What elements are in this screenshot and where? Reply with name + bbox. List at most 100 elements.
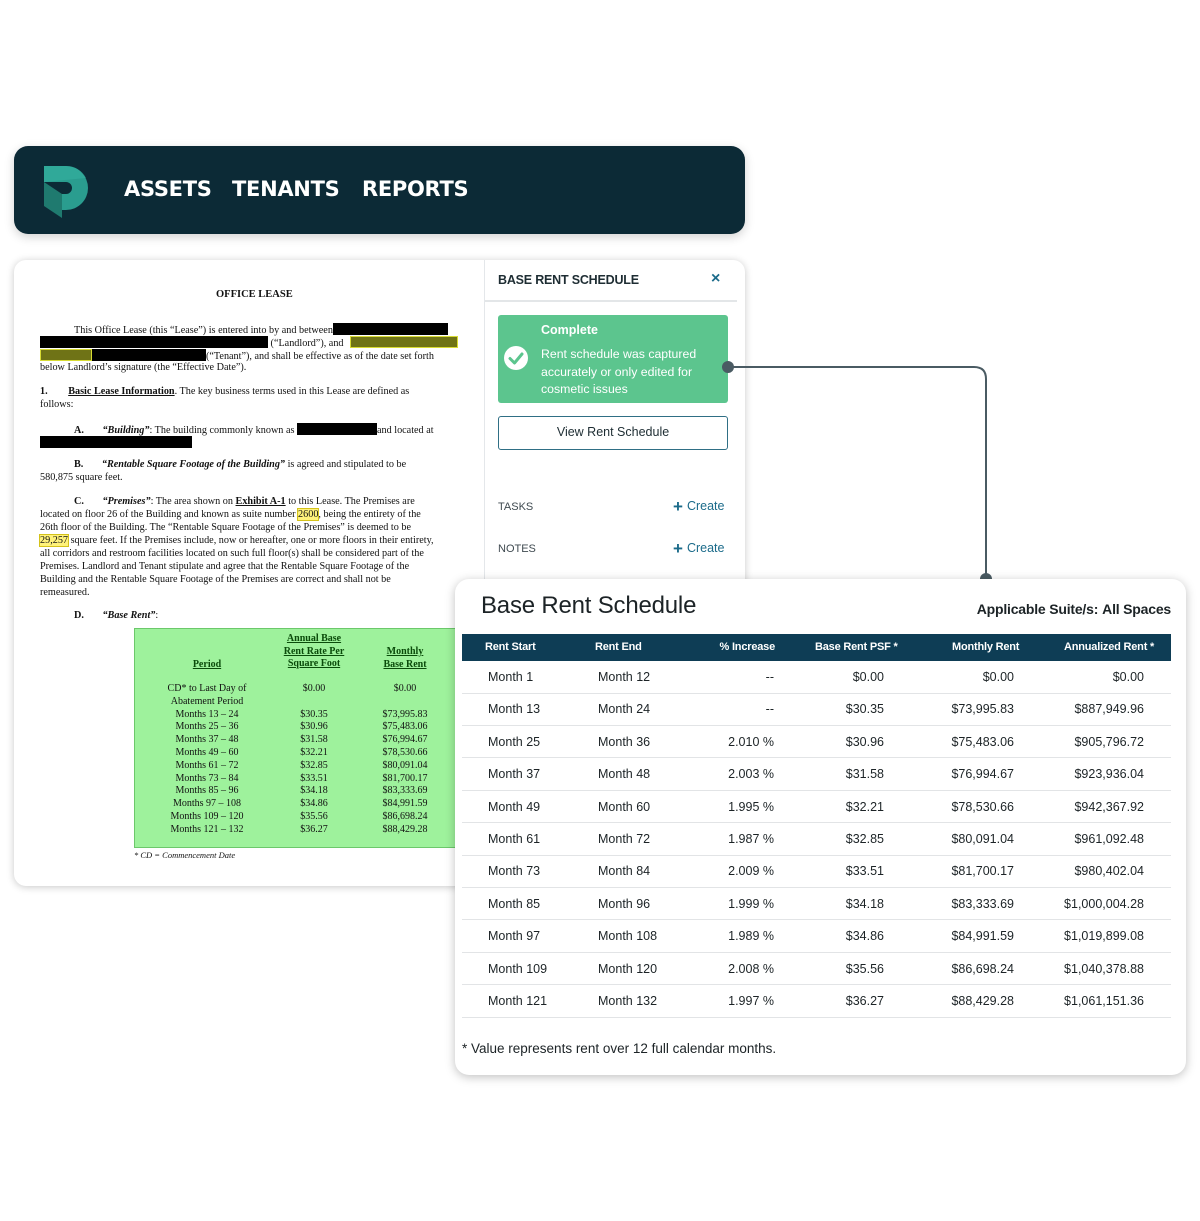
header-line: Rent Rate Per bbox=[283, 645, 345, 657]
rent-table-cell: Months 13 – 24 bbox=[175, 708, 239, 720]
table-cell: $32.21 bbox=[845, 799, 884, 814]
exhibit-reference: Exhibit A-1 bbox=[235, 496, 286, 507]
table-cell: $88,429.28 bbox=[951, 994, 1014, 1008]
rent-table-header-monthly: Monthly Base Rent bbox=[365, 646, 445, 671]
plus-icon: + bbox=[673, 539, 683, 558]
rent-table-cell: $34.18 bbox=[300, 785, 328, 797]
create-task-button[interactable]: + Create bbox=[673, 497, 724, 517]
table-cell: $0.00 bbox=[852, 670, 884, 684]
table-cell: $36.27 bbox=[845, 994, 884, 1008]
table-row: Month 37 Month 48 2.003 % $31.58 $76,994.67 $… bbox=[462, 758, 1171, 791]
table-cell: 2.010 % bbox=[728, 734, 774, 749]
rent-table-cell: Months 25 – 36 bbox=[175, 721, 239, 733]
table-row: Month 13 Month 24 -- $30.35 $73,995.83 $887,9… bbox=[462, 693, 1171, 726]
rent-table-cell: $76,994.67 bbox=[382, 734, 428, 746]
table-cell: $961,092.48 bbox=[1074, 832, 1144, 846]
commencement-footnote: * CD = Commencement Date bbox=[134, 850, 236, 860]
rent-table-cell bbox=[367, 696, 443, 709]
create-label: Create bbox=[686, 499, 725, 513]
clause-b: B. “Rentable Square Footage of the Build… bbox=[40, 459, 470, 472]
table-cell: $31.58 bbox=[845, 767, 884, 782]
table-cell: Month 121 bbox=[488, 994, 548, 1008]
table-cell: $80,091.04 bbox=[951, 832, 1014, 846]
highlighted-redaction bbox=[350, 336, 459, 348]
rent-table-cell: $0.00 bbox=[393, 683, 417, 694]
rent-table-cell: $33.51 bbox=[300, 772, 328, 784]
rent-table-cell: Abatement Period bbox=[170, 695, 244, 707]
table-cell: Month 49 bbox=[488, 799, 541, 814]
table-cell: $76,994.67 bbox=[951, 767, 1014, 782]
nav-tenants[interactable]: TENANTS bbox=[232, 177, 340, 201]
rent-table-cell: CD* to Last Day of bbox=[167, 683, 247, 694]
table-cell: $84,991.59 bbox=[951, 929, 1014, 944]
rent-table-cell: $88,429.28 bbox=[382, 823, 428, 835]
rent-table-cell: Months 49 – 60 bbox=[175, 746, 239, 758]
base-rent-schedule-card: Base Rent Schedule Applicable Suite/s: Al… bbox=[455, 579, 1186, 1075]
table-row: Month 25 Month 36 2.010 % $30.96 $75,483.06 $… bbox=[462, 726, 1171, 759]
rent-table-cell: $32.85 bbox=[300, 759, 328, 771]
square-footage-highlight: 29,257 bbox=[38, 534, 70, 547]
table-cell: 1.989 % bbox=[728, 929, 774, 944]
table-cell: $86,698.24 bbox=[951, 961, 1014, 976]
table-cell: Month 37 bbox=[488, 767, 541, 782]
table-row: Month 61 Month 72 1.987 % $32.85 $80,091.04 $… bbox=[462, 823, 1171, 856]
view-rent-schedule-button[interactable]: View Rent Schedule bbox=[498, 416, 728, 450]
notes-label: NOTES bbox=[498, 543, 536, 555]
rent-table-cell: $0.00 bbox=[302, 683, 326, 694]
rent-table-cell: $80,091.04 bbox=[382, 759, 428, 771]
clause-c-line-7: Building and the Rentable Square Footage… bbox=[40, 574, 391, 585]
rent-table-header-period: Period bbox=[192, 659, 222, 670]
clause-text: square feet. If the Premises include, no… bbox=[68, 535, 434, 546]
top-nav-bar: ASSETS TENANTS REPORTS bbox=[14, 146, 745, 234]
table-cell: 2.009 % bbox=[728, 864, 774, 879]
status-heading: Complete bbox=[541, 323, 598, 337]
rent-table-rates: $0.00 $30.35 $30.96 $31.58 $32.21 $32.85 $33.5… bbox=[279, 683, 349, 837]
header-line: Annual Base bbox=[286, 633, 342, 644]
clause-c-line-6: Premises. Landlord and Tenant stipulate … bbox=[40, 561, 410, 572]
rent-table-cell: $75,483.06 bbox=[382, 721, 428, 733]
company-logo-icon[interactable] bbox=[42, 164, 90, 218]
rent-table-cell bbox=[279, 696, 349, 709]
redaction-bar bbox=[40, 336, 268, 348]
table-row: Month 73 Month 84 2.009 % $33.51 $81,700.17 $… bbox=[462, 855, 1171, 888]
table-cell: Month 13 bbox=[488, 702, 541, 717]
clause-term: “Building” bbox=[102, 425, 150, 436]
col-rent-start: Rent Start bbox=[485, 641, 536, 653]
redaction-bar bbox=[92, 349, 206, 361]
clause-label: A. bbox=[74, 425, 84, 436]
table-cell: $1,000,004.28 bbox=[1064, 896, 1144, 911]
table-cell: 1.997 % bbox=[728, 994, 774, 1008]
clause-c-line-2: located on floor 26 of the Building and … bbox=[40, 508, 470, 522]
clause-term: “Rentable Square Footage of the Building… bbox=[101, 459, 286, 470]
clause-text: to this Lease. The Premises are bbox=[285, 496, 415, 507]
rent-table-cell: $84,991.59 bbox=[382, 798, 428, 810]
rent-table-cell: Months 37 – 48 bbox=[175, 734, 239, 746]
redaction-bar bbox=[296, 423, 377, 435]
clause-label: D. bbox=[74, 610, 84, 621]
create-note-button[interactable]: + Create bbox=[673, 539, 724, 559]
table-cell: 2.003 % bbox=[728, 767, 774, 782]
suite-value: All Spaces bbox=[1102, 601, 1171, 617]
table-cell: $942,367.92 bbox=[1074, 799, 1144, 814]
suite-label: Applicable Suite/s: bbox=[976, 601, 1099, 617]
nav-assets[interactable]: ASSETS bbox=[124, 177, 212, 201]
clause-a-cont bbox=[40, 436, 470, 451]
tenant-text: (“Tenant”), and shall be effective as of… bbox=[206, 351, 434, 362]
table-cell: $0.00 bbox=[982, 670, 1014, 684]
col-annualized-rent: Annualized Rent * bbox=[1064, 641, 1155, 653]
rent-table-periods: CD* to Last Day of Abatement Period Months… bbox=[147, 683, 267, 837]
rent-table-cell: $83,333.69 bbox=[382, 785, 428, 797]
close-icon[interactable]: × bbox=[711, 270, 720, 288]
applicable-suites: Applicable Suite/s: All Spaces bbox=[977, 601, 1171, 617]
table-cell: Month 109 bbox=[488, 961, 548, 976]
redaction-bar bbox=[332, 323, 448, 335]
clause-text: is agreed and stipulated to be bbox=[285, 459, 407, 470]
table-cell: Month 1 bbox=[488, 670, 534, 684]
table-cell: $81,700.17 bbox=[951, 864, 1014, 879]
rent-table-cell: $81,700.17 bbox=[382, 772, 428, 784]
table-cell: $78,530.66 bbox=[951, 799, 1014, 814]
table-cell: $30.35 bbox=[845, 702, 884, 717]
nav-reports[interactable]: REPORTS bbox=[362, 177, 469, 201]
table-cell: $1,019,899.08 bbox=[1064, 929, 1144, 944]
clause-term: “Premises” bbox=[102, 496, 151, 507]
